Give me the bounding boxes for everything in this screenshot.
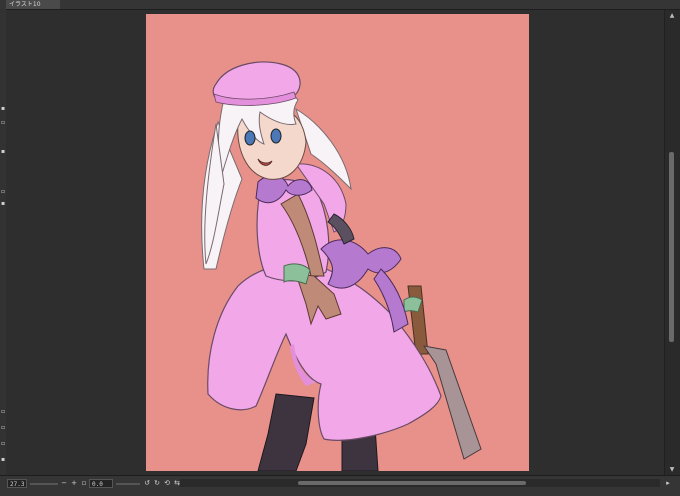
zoom-out-icon[interactable]: − xyxy=(60,479,68,488)
document-tab-bar: イラスト10 xyxy=(0,0,680,10)
eye-left xyxy=(244,130,256,146)
rotate-left-icon[interactable]: ↺ xyxy=(143,479,151,488)
character-illustration xyxy=(146,14,529,471)
bracelet-left xyxy=(283,263,311,285)
vertical-scroll-thumb[interactable] xyxy=(669,152,674,342)
zoom-slider[interactable] xyxy=(30,483,58,485)
scroll-up-icon[interactable]: ▲ xyxy=(667,12,677,20)
canvas-paper[interactable] xyxy=(146,14,529,471)
status-bar: 27.3 − + ▫ 0.0 ↺ ↻ ⟲ ⇆ ▸ xyxy=(0,475,680,496)
canvas-area[interactable] xyxy=(6,10,664,475)
scroll-down-icon[interactable]: ▼ xyxy=(667,466,677,474)
scroll-right-icon[interactable]: ▸ xyxy=(664,479,672,488)
eye-right xyxy=(270,128,282,144)
vertical-scrollbar[interactable]: ▲ ▼ xyxy=(664,10,680,478)
angle-slider[interactable] xyxy=(116,483,140,485)
rotate-right-icon[interactable]: ↻ xyxy=(153,479,161,488)
zoom-in-icon[interactable]: + xyxy=(70,479,78,488)
angle-field[interactable]: 0.0 xyxy=(89,479,113,488)
fit-icon[interactable]: ▫ xyxy=(80,479,88,488)
document-tab[interactable]: イラスト10 xyxy=(6,0,60,9)
horizontal-scrollbar[interactable] xyxy=(180,479,660,487)
reset-icon[interactable]: ⟲ xyxy=(163,479,171,488)
horizontal-scroll-thumb[interactable] xyxy=(298,481,526,485)
zoom-field[interactable]: 27.3 xyxy=(7,479,27,488)
